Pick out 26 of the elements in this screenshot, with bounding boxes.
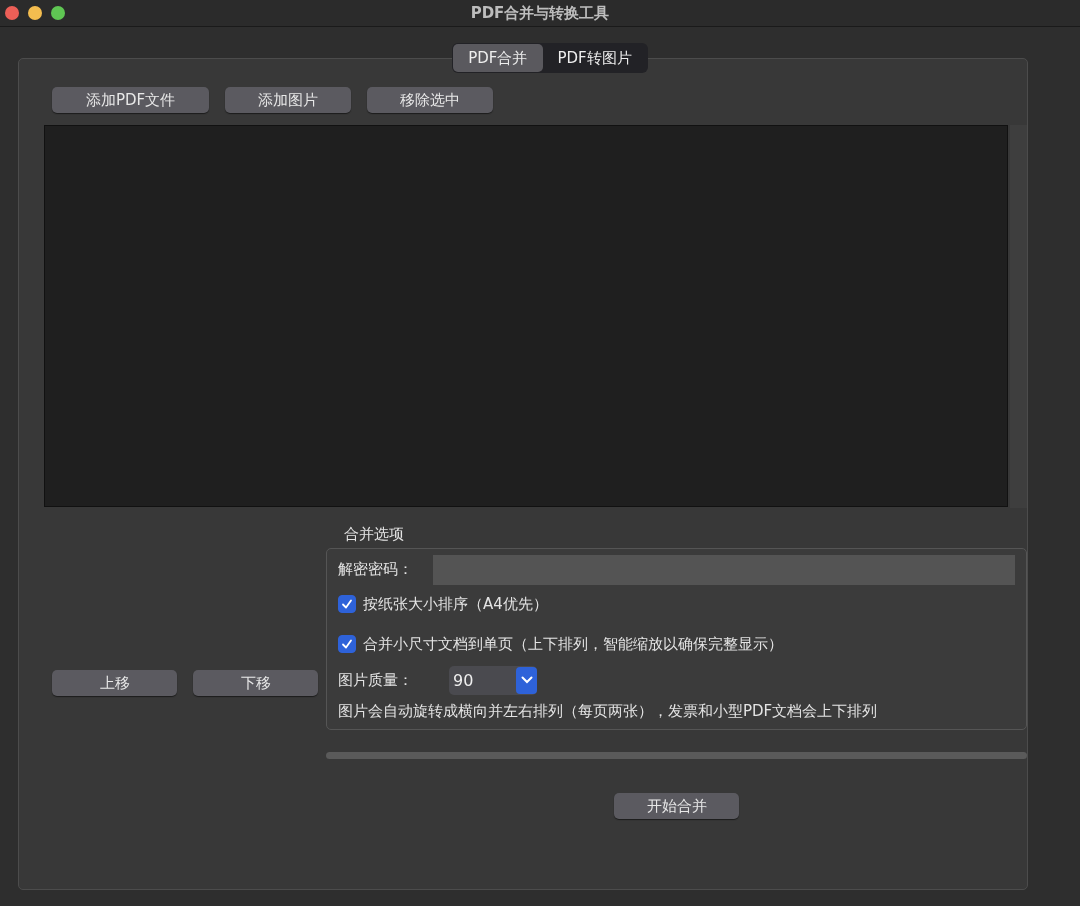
hint-text: 图片会自动旋转成横向并左右排列（每页两张），发票和小型PDF文档会上下排列 bbox=[338, 702, 879, 721]
chevron-down-icon bbox=[520, 676, 533, 684]
password-field[interactable] bbox=[433, 554, 1015, 585]
window-control[interactable] bbox=[51, 6, 65, 20]
checkbox[interactable] bbox=[338, 595, 356, 613]
move-button[interactable]: 上移 bbox=[52, 670, 177, 696]
window-control[interactable] bbox=[5, 6, 19, 20]
group-title: 合并选项 bbox=[344, 525, 404, 544]
window-control[interactable] bbox=[28, 6, 42, 20]
start-merge-button[interactable]: 开始合并 bbox=[614, 793, 739, 819]
checkbox[interactable] bbox=[338, 635, 356, 653]
toolbar-button[interactable]: 添加图片 bbox=[225, 87, 351, 113]
scrollbar[interactable] bbox=[1010, 125, 1027, 508]
toolbar-button[interactable]: 添加PDF文件 bbox=[52, 87, 209, 113]
tab[interactable]: PDF合并 bbox=[453, 44, 543, 72]
quality-dropdown[interactable]: 90 bbox=[449, 665, 537, 695]
toolbar-button[interactable]: 移除选中 bbox=[367, 87, 493, 113]
window-title: PDF合并与转换工具 bbox=[470, 3, 610, 23]
checkmark-icon bbox=[341, 598, 353, 610]
field-label: 图片质量： bbox=[338, 670, 413, 690]
tab[interactable]: PDF转图片 bbox=[542, 44, 647, 72]
checkbox-label: 按纸张大小排序（A4优先） bbox=[363, 594, 548, 614]
move-button[interactable]: 下移 bbox=[193, 670, 318, 696]
checkbox-label: 合并小尺寸文档到单页（上下排列，智能缩放以确保完整显示） bbox=[363, 634, 783, 654]
field-label: 解密密码： bbox=[338, 560, 413, 579]
checkmark-icon bbox=[341, 638, 353, 650]
